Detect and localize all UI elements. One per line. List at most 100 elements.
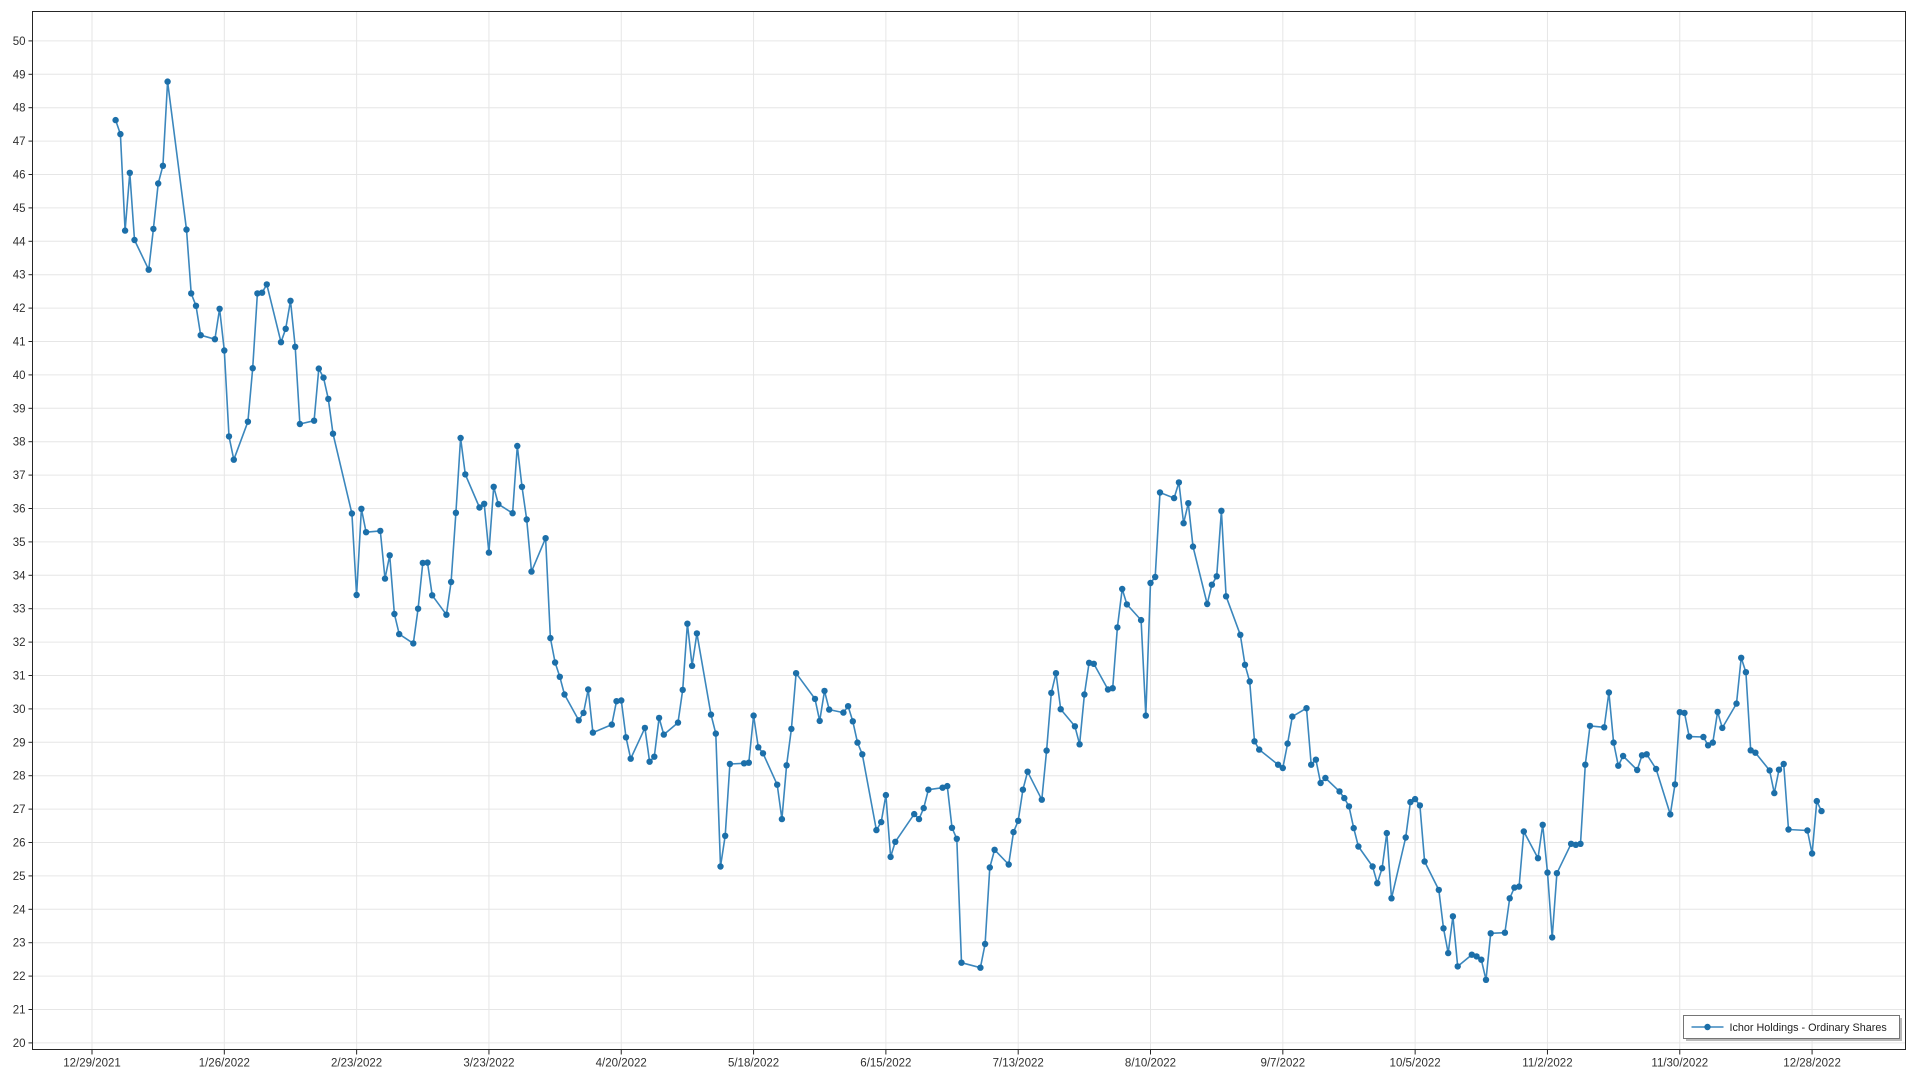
data-point-marker (349, 510, 355, 516)
y-tick-label: 33 (13, 604, 26, 616)
data-point-marker (651, 754, 657, 760)
data-point-marker (391, 611, 397, 617)
data-point-marker (193, 303, 199, 309)
data-point-marker (1091, 661, 1097, 667)
data-point-marker (717, 863, 723, 869)
data-point-marker (656, 715, 662, 721)
data-point-marker (684, 621, 690, 627)
data-point-marker (1615, 763, 1621, 769)
data-point-marker (949, 825, 955, 831)
data-point-marker (330, 431, 336, 437)
data-point-marker (1483, 977, 1489, 983)
data-point-marker (1190, 543, 1196, 549)
data-point-marker (1379, 865, 1385, 871)
data-point-marker (1218, 508, 1224, 514)
data-point-marker (198, 332, 204, 338)
data-point-marker (1072, 723, 1078, 729)
data-point-marker (1322, 775, 1328, 781)
data-point-marker (661, 731, 667, 737)
data-point-marker (1785, 826, 1791, 832)
data-point-marker (561, 691, 567, 697)
y-tick-label: 27 (13, 804, 26, 816)
data-point-marker (358, 506, 364, 512)
data-point-marker (954, 836, 960, 842)
data-point-marker (424, 559, 430, 565)
data-point-marker (150, 226, 156, 232)
data-point-marker (287, 298, 293, 304)
data-point-marker (755, 744, 761, 750)
data-point-marker (278, 339, 284, 345)
data-point-marker (1374, 880, 1380, 886)
data-point-marker (1180, 520, 1186, 526)
data-point-marker (585, 686, 591, 692)
data-point-marker (1549, 934, 1555, 940)
data-point-marker (1733, 700, 1739, 706)
data-point-marker (1582, 762, 1588, 768)
data-point-marker (1766, 767, 1772, 773)
data-point-marker (231, 457, 237, 463)
data-point-marker (1809, 850, 1815, 856)
data-point-marker (117, 131, 123, 137)
data-point-marker (1138, 617, 1144, 623)
data-point-marker (188, 290, 194, 296)
data-point-marker (1076, 741, 1082, 747)
data-point-marker (850, 718, 856, 724)
price-series (112, 78, 1824, 983)
data-point-marker (122, 227, 128, 233)
y-tick-label: 50 (13, 36, 26, 48)
data-point-marker (495, 501, 501, 507)
y-tick-label: 40 (13, 370, 26, 382)
data-point-marker (921, 805, 927, 811)
data-point-marker (1814, 798, 1820, 804)
data-point-marker (1804, 827, 1810, 833)
price-line (116, 82, 1822, 980)
data-point-marker (760, 750, 766, 756)
data-point-marker (1601, 724, 1607, 730)
data-point-marker (646, 759, 652, 765)
y-tick-label: 32 (13, 637, 26, 649)
x-tick-label: 3/23/2022 (463, 1058, 514, 1070)
data-point-marker (576, 717, 582, 723)
data-point-marker (127, 170, 133, 176)
data-point-marker (1152, 574, 1158, 580)
data-point-marker (1606, 689, 1612, 695)
data-point-marker (750, 712, 756, 718)
data-point-marker (1714, 709, 1720, 715)
data-point-marker (1818, 808, 1824, 814)
data-point-marker (689, 663, 695, 669)
data-point-marker (1351, 825, 1357, 831)
x-tick-label: 8/10/2022 (1125, 1058, 1176, 1070)
data-point-marker (410, 640, 416, 646)
data-point-marker (1672, 781, 1678, 787)
data-point-marker (363, 529, 369, 535)
data-point-marker (883, 792, 889, 798)
data-point-marker (1369, 863, 1375, 869)
data-point-marker (1048, 690, 1054, 696)
data-point-marker (609, 721, 615, 727)
data-point-marker (183, 226, 189, 232)
data-point-marker (429, 592, 435, 598)
data-point-marker (491, 484, 497, 490)
legend-label: Ichor Holdings - Ordinary Shares (1730, 1022, 1888, 1034)
data-point-marker (264, 281, 270, 287)
data-point-marker (1681, 710, 1687, 716)
data-point-marker (164, 78, 170, 84)
data-point-marker (840, 709, 846, 715)
data-point-marker (1710, 739, 1716, 745)
data-point-marker (1024, 769, 1030, 775)
data-point-marker (1540, 822, 1546, 828)
data-point-marker (387, 552, 393, 558)
data-point-marker (1686, 733, 1692, 739)
y-tick-label: 36 (13, 504, 26, 516)
x-tick-label: 12/29/2021 (63, 1058, 121, 1070)
data-point-marker (1204, 601, 1210, 607)
data-point-marker (297, 421, 303, 427)
data-point-marker (580, 710, 586, 716)
y-tick-label: 20 (13, 1038, 26, 1050)
data-point-marker (524, 516, 530, 522)
data-point-marker (817, 718, 823, 724)
data-point-marker (1015, 818, 1021, 824)
data-point-marker (396, 631, 402, 637)
data-point-marker (457, 435, 463, 441)
data-point-marker (514, 443, 520, 449)
